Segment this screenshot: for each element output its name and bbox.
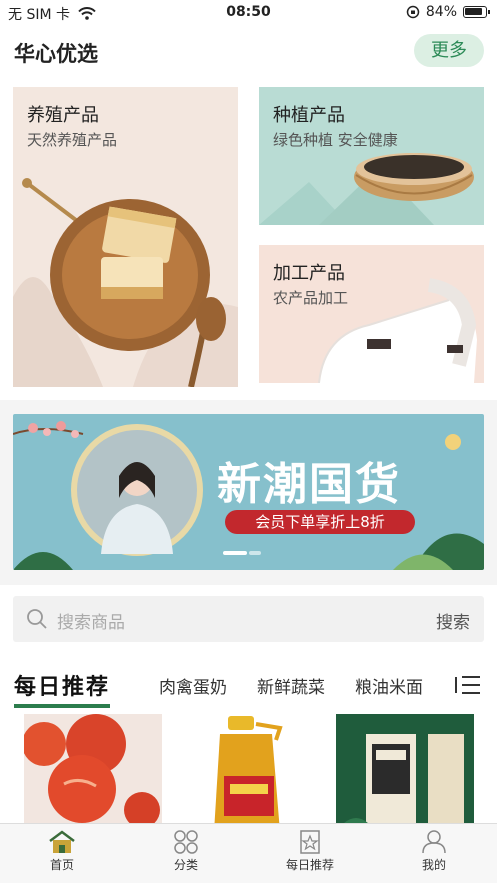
tabbar-label: 我的 (421, 858, 446, 872)
home-icon (49, 830, 75, 853)
category-card-processing[interactable]: 加工产品 农产品加工 (259, 245, 484, 383)
battery-percent: 84% (425, 4, 457, 20)
product-card-cooking-oil[interactable] (180, 714, 318, 823)
tabbar-item-home[interactable]: 首页 (22, 830, 102, 873)
search-placeholder: 搜索商品 (57, 613, 125, 633)
pagination-dot-active (223, 551, 247, 555)
category-section: 养殖产品 天然养殖产品 种植产品 绿色种植 安全健康 加工产品 农产品加工 (0, 80, 497, 400)
banner-pagination (223, 551, 261, 555)
tabbar-item-daily-recommend[interactable]: 每日推荐 (270, 830, 350, 873)
tomato-image (24, 714, 162, 823)
category-grid-icon (174, 830, 198, 854)
tabbar-label: 分类 (173, 858, 198, 872)
orientation-lock-icon (406, 5, 420, 19)
search-input[interactable]: 搜索商品 搜索 (13, 596, 484, 642)
oil-bottle-image (180, 714, 318, 823)
star-badge-icon (300, 830, 320, 854)
user-icon (422, 830, 446, 854)
tab-meat-eggs-dairy[interactable]: 肉禽蛋奶 (159, 673, 227, 698)
search-button[interactable]: 搜索 (436, 608, 470, 633)
category-card-planting[interactable]: 种植产品 绿色种植 安全健康 (259, 87, 484, 225)
bottom-tab-bar: 首页 分类 每日推荐 我的 (0, 823, 497, 883)
page-title: 华心优选 (14, 42, 98, 66)
list-menu-icon[interactable] (455, 675, 481, 695)
tab-daily-recommend[interactable]: 每日推荐 (14, 669, 111, 708)
category-subtitle: 农产品加工 (273, 289, 349, 307)
tabbar-item-mine[interactable]: 我的 (394, 830, 474, 873)
product-row (0, 712, 497, 823)
search-section: 搜索商品 搜索 (0, 585, 497, 655)
pagination-dot (249, 551, 261, 555)
battery-icon (463, 6, 490, 18)
category-title: 养殖产品 (27, 105, 99, 126)
search-icon (27, 609, 47, 629)
category-subtitle: 绿色种植 安全健康 (273, 131, 398, 149)
banner-title: 新潮国货 (217, 459, 401, 510)
category-subtitle: 天然养殖产品 (27, 131, 118, 149)
promo-banner[interactable]: 新潮国货 会员下单享折上8折 (13, 414, 484, 570)
product-card-rice[interactable] (336, 714, 474, 823)
tab-fresh-vegetables[interactable]: 新鲜蔬菜 (257, 673, 325, 698)
tabbar-label: 每日推荐 (285, 858, 334, 872)
product-card-tomato[interactable] (24, 714, 162, 823)
rice-bag-image (336, 714, 474, 823)
status-bar: 无 SIM 卡 08:50 84% (0, 0, 497, 24)
more-button[interactable]: 更多 (414, 34, 484, 67)
category-card-breeding[interactable]: 养殖产品 天然养殖产品 (13, 87, 238, 387)
category-title: 种植产品 (273, 105, 345, 126)
tabbar-item-category[interactable]: 分类 (146, 830, 226, 873)
tabbar-label: 首页 (49, 858, 74, 872)
banner-subtitle: 会员下单享折上8折 (225, 510, 415, 534)
category-title: 加工产品 (273, 263, 345, 284)
tab-grain-oil[interactable]: 粮油米面 (355, 673, 423, 698)
page-header: 华心优选 更多 (0, 24, 497, 80)
category-tabs: 每日推荐 肉禽蛋奶 新鲜蔬菜 粮油米面 (0, 655, 497, 712)
